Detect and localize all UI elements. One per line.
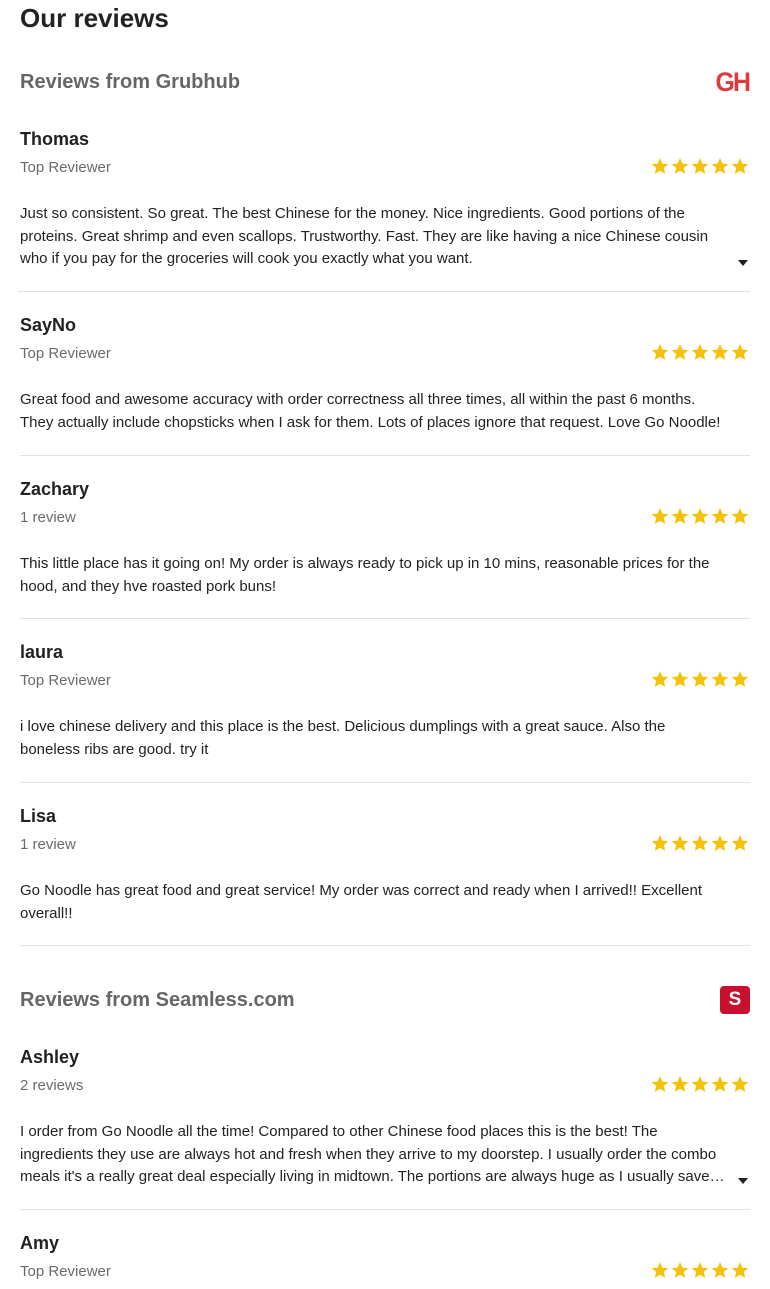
star-icon xyxy=(670,1260,690,1280)
star-rating xyxy=(650,1074,750,1094)
expand-caret-icon[interactable] xyxy=(736,256,750,270)
divider xyxy=(20,782,750,783)
star-icon xyxy=(650,1260,670,1280)
star-icon xyxy=(710,156,730,176)
reviewer-name: Lisa xyxy=(20,806,57,826)
review-card: Amy Top Reviewer xyxy=(20,1231,750,1284)
expand-caret-icon[interactable] xyxy=(736,1174,750,1188)
star-rating xyxy=(650,833,750,853)
star-icon xyxy=(730,833,750,853)
review-text: i love chinese delivery and this place i… xyxy=(20,718,666,758)
review-text: Great food and awesome accuracy with ord… xyxy=(20,391,721,431)
divider xyxy=(20,455,750,456)
review-card: Zachary 1 review This little place has i… xyxy=(20,477,750,598)
star-icon xyxy=(730,342,750,362)
reviewer-meta: Top Reviewer xyxy=(20,345,111,362)
reviewer-name: Amy xyxy=(20,1233,60,1253)
review-text: Just so consistent. So great. The best C… xyxy=(20,205,709,267)
star-icon xyxy=(670,342,690,362)
reviewer-name: Thomas xyxy=(20,129,90,149)
divider xyxy=(20,945,750,946)
page-title: Our reviews xyxy=(20,3,169,33)
star-icon xyxy=(690,342,710,362)
star-icon xyxy=(730,1074,750,1094)
star-icon xyxy=(710,342,730,362)
star-rating xyxy=(650,1260,750,1280)
section-title: Reviews from Grubhub xyxy=(20,70,241,93)
star-icon xyxy=(690,669,710,689)
star-icon xyxy=(730,156,750,176)
star-icon xyxy=(650,1074,670,1094)
divider xyxy=(20,1209,750,1210)
review-card: Ashley 2 reviews I order from Go Noodle … xyxy=(20,1045,750,1189)
reviewer-name: laura xyxy=(20,642,64,662)
star-icon xyxy=(690,156,710,176)
reviewer-meta: 1 review xyxy=(20,509,76,526)
star-icon xyxy=(730,1260,750,1280)
reviewer-name: SayNo xyxy=(20,315,77,335)
reviewer-meta: 1 review xyxy=(20,836,76,853)
review-text: Go Noodle has great food and great servi… xyxy=(20,882,703,922)
section-title: Reviews from Seamless.com xyxy=(20,988,295,1011)
seamless-logo: S xyxy=(720,986,750,1014)
star-icon xyxy=(690,833,710,853)
divider xyxy=(20,618,750,619)
seamless-section-header: Reviews from Seamless.com S xyxy=(20,980,750,1020)
grubhub-section-header: Reviews from Grubhub GH xyxy=(20,62,750,102)
reviewer-name: Zachary xyxy=(20,479,90,499)
star-icon xyxy=(670,156,690,176)
star-rating xyxy=(650,342,750,362)
review-card: SayNo Top Reviewer Great food and awesom… xyxy=(20,313,750,434)
divider xyxy=(18,291,750,292)
star-icon xyxy=(710,1260,730,1280)
grubhub-logo: GH xyxy=(714,67,750,97)
star-rating xyxy=(650,156,750,176)
star-rating xyxy=(650,506,750,526)
star-icon xyxy=(730,669,750,689)
star-icon xyxy=(650,669,670,689)
star-icon xyxy=(670,669,690,689)
review-card: Lisa 1 review Go Noodle has great food a… xyxy=(20,804,750,925)
star-icon xyxy=(690,1074,710,1094)
reviewer-meta: Top Reviewer xyxy=(20,672,111,689)
star-icon xyxy=(690,1260,710,1280)
star-icon xyxy=(650,342,670,362)
star-rating xyxy=(650,669,750,689)
star-icon xyxy=(670,833,690,853)
star-icon xyxy=(710,1074,730,1094)
star-icon xyxy=(690,506,710,526)
review-text: This little place has it going on! My or… xyxy=(20,555,710,595)
review-card: Thomas Top Reviewer Just so consistent. … xyxy=(20,127,750,271)
star-icon xyxy=(650,833,670,853)
star-icon xyxy=(710,669,730,689)
reviewer-meta: 2 reviews xyxy=(20,1077,84,1094)
reviewer-meta: Top Reviewer xyxy=(20,1263,111,1280)
star-icon xyxy=(650,506,670,526)
reviewer-meta: Top Reviewer xyxy=(20,159,111,176)
reviewer-name: Ashley xyxy=(20,1047,80,1067)
star-icon xyxy=(710,833,730,853)
star-icon xyxy=(730,506,750,526)
star-icon xyxy=(670,1074,690,1094)
review-text: I order from Go Noodle all the time! Com… xyxy=(20,1123,717,1185)
star-icon xyxy=(650,156,670,176)
review-card: laura Top Reviewer i love chinese delive… xyxy=(20,640,750,761)
star-icon xyxy=(670,506,690,526)
star-icon xyxy=(710,506,730,526)
